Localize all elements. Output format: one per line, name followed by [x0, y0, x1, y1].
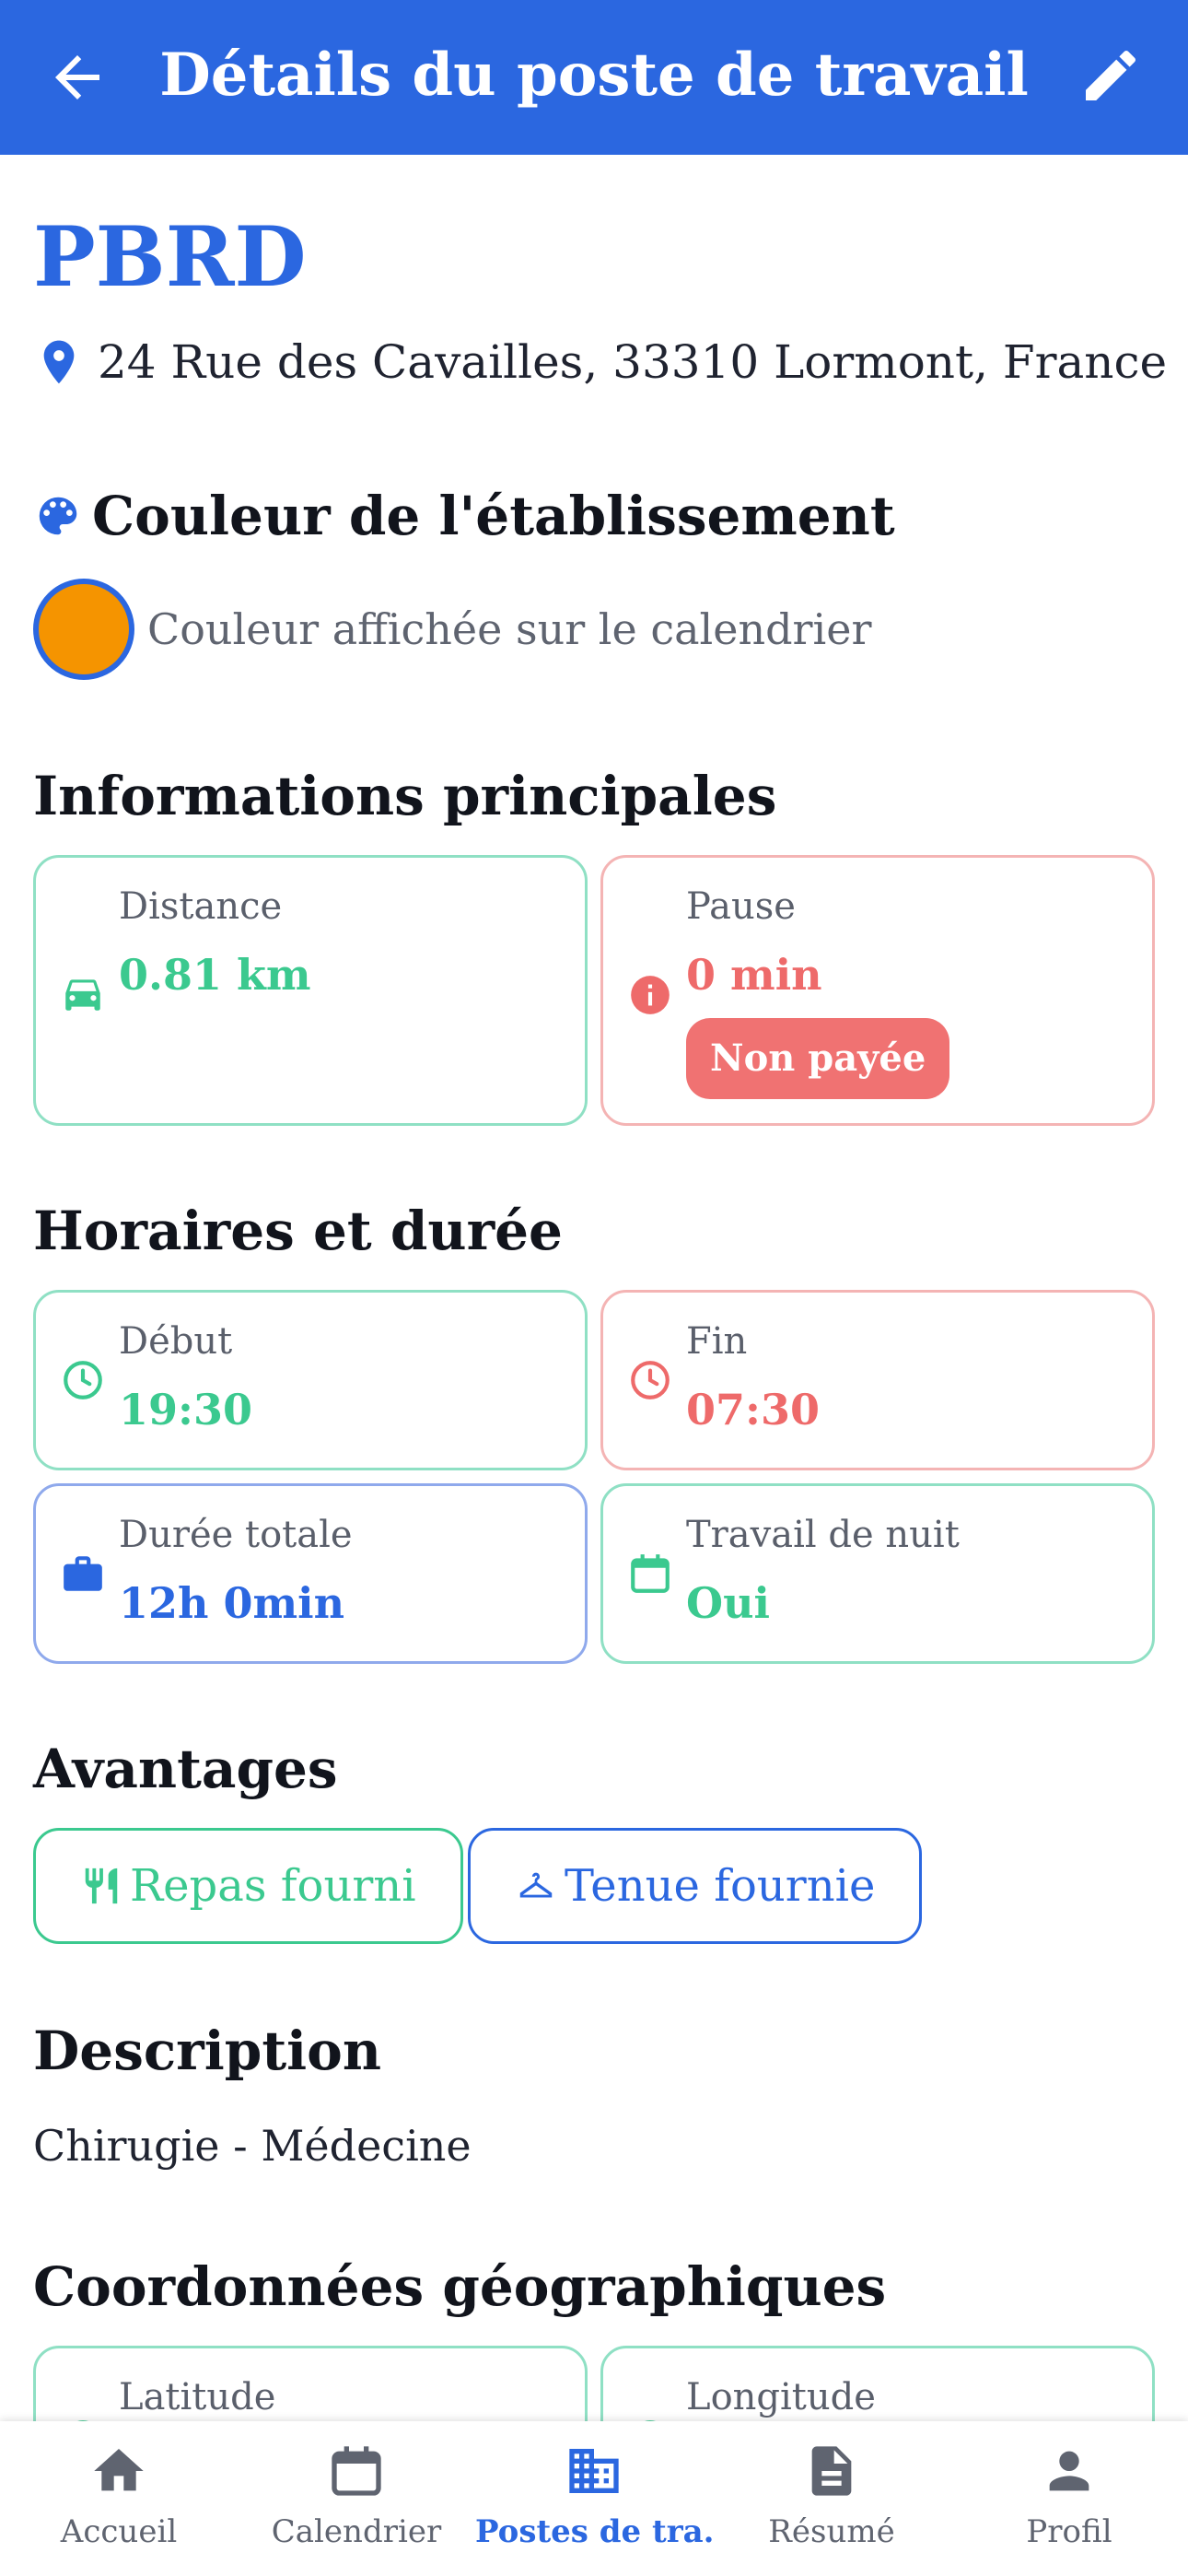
nav-label-profile: Profil	[1026, 2513, 1112, 2550]
distance-label: Distance	[119, 885, 283, 928]
pause-card: Pause 0 min Non payée	[600, 855, 1155, 1126]
workplace-address: 24 Rue des Cavailles, 33310 Lormont, Fra…	[33, 335, 1167, 389]
nav-item-workplaces[interactable]: Postes de tra...	[475, 2421, 713, 2576]
schedule-title: Horaires et durée	[33, 1200, 563, 1262]
clock-icon	[631, 1361, 670, 1399]
geo-title: Coordonnées géographiques	[33, 2255, 887, 2318]
nav-label-summary: Résumé	[768, 2513, 895, 2550]
end-value: 07:30	[686, 1385, 821, 1434]
calendar-icon	[332, 2446, 381, 2496]
edit-pencil-icon[interactable]	[1077, 42, 1144, 109]
latitude-label: Latitude	[119, 2376, 276, 2418]
night-work-label: Travail de nuit	[686, 1514, 960, 1556]
color-caption: Couleur affichée sur le calendrier	[147, 604, 872, 654]
total-duration-card: Durée totale 12h 0min	[33, 1483, 588, 1664]
nav-item-profile[interactable]: Profil	[950, 2421, 1188, 2576]
color-section-label: Couleur de l'établissement	[92, 485, 895, 547]
person-icon	[1049, 2451, 1089, 2491]
description-text: Chirugie - Médecine	[33, 2121, 472, 2171]
meal-provided-chip: Repas fourni	[33, 1828, 463, 1944]
unpaid-badge: Non payée	[686, 1018, 950, 1099]
start-value: 19:30	[119, 1385, 253, 1434]
info-icon	[631, 976, 670, 1014]
color-section-title: Couleur de l'établissement	[33, 485, 895, 547]
building-icon	[569, 2449, 619, 2493]
bottom-navigation: Accueil Calendrier Postes de tra... Résu…	[0, 2421, 1188, 2576]
location-pin-icon	[43, 340, 75, 384]
nav-label-workplaces: Postes de tra...	[475, 2513, 713, 2550]
calendar-icon	[631, 1554, 670, 1593]
car-icon	[65, 979, 100, 1011]
pause-value: 0 min	[686, 950, 822, 1000]
main-info-title: Informations principales	[33, 765, 777, 827]
address-text: 24 Rue des Cavailles, 33310 Lormont, Fra…	[98, 335, 1168, 389]
hanger-icon	[519, 1872, 553, 1898]
night-work-value: Oui	[686, 1578, 770, 1628]
fork-knife-icon	[85, 1868, 118, 1904]
nav-item-home[interactable]: Accueil	[0, 2421, 238, 2576]
longitude-card: Longitude	[600, 2346, 1155, 2421]
nav-item-summary[interactable]: Résumé	[713, 2421, 950, 2576]
end-label: Fin	[686, 1320, 748, 1363]
end-card: Fin 07:30	[600, 1290, 1155, 1470]
scroll-content[interactable]: PBRD 24 Rue des Cavailles, 33310 Lormont…	[0, 155, 1188, 2421]
total-duration-value: 12h 0min	[119, 1578, 345, 1628]
color-swatch[interactable]	[33, 579, 134, 680]
outfit-provided-label: Tenue fournie	[565, 1860, 876, 1912]
total-duration-label: Durée totale	[119, 1514, 353, 1556]
color-row: Couleur affichée sur le calendrier	[33, 579, 871, 680]
night-work-card: Travail de nuit Oui	[600, 1483, 1155, 1664]
nav-item-calendar[interactable]: Calendrier	[238, 2421, 475, 2576]
nav-label-calendar: Calendrier	[271, 2513, 442, 2550]
longitude-label: Longitude	[686, 2376, 876, 2418]
pause-label: Pause	[686, 885, 796, 928]
start-card: Début 19:30	[33, 1290, 588, 1470]
document-icon	[811, 2446, 852, 2496]
latitude-card: Latitude	[33, 2346, 588, 2421]
workplace-name: PBRD	[33, 208, 307, 306]
page-title: Détails du poste de travail	[159, 41, 1029, 110]
distance-value: 0.81 km	[119, 950, 311, 1000]
benefits-title: Avantages	[33, 1738, 338, 1800]
description-title: Description	[33, 2020, 381, 2082]
start-label: Début	[119, 1320, 233, 1363]
outfit-provided-chip: Tenue fournie	[468, 1828, 923, 1944]
nav-label-home: Accueil	[60, 2513, 178, 2550]
distance-card: Distance 0.81 km	[33, 855, 588, 1126]
palette-icon	[39, 497, 77, 535]
clock-icon	[64, 1361, 102, 1399]
meal-provided-label: Repas fourni	[130, 1860, 416, 1912]
home-icon	[94, 2449, 144, 2491]
app-bar: Détails du poste de travail	[0, 0, 1188, 155]
briefcase-icon	[64, 1556, 102, 1591]
